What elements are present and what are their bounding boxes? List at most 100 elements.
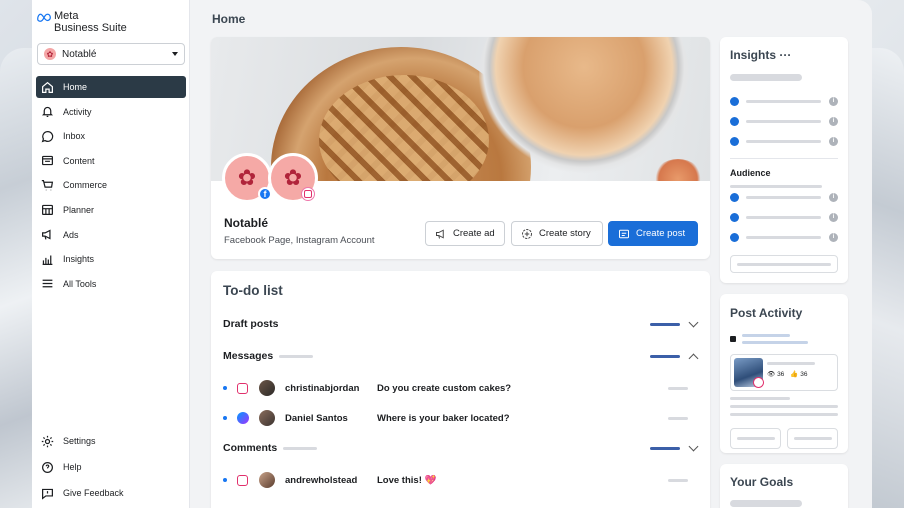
placeholder-bar xyxy=(793,437,832,440)
sidebar-item-label: Insights xyxy=(63,254,95,265)
placeholder-bar xyxy=(746,195,821,199)
chevron-down-icon[interactable] xyxy=(688,441,699,452)
story-plus-icon xyxy=(522,228,532,239)
create-story-button[interactable]: Create story xyxy=(511,221,603,246)
create-ad-button[interactable]: Create ad xyxy=(425,221,505,246)
info-icon[interactable]: i xyxy=(829,96,838,106)
sidebar-item-label: Home xyxy=(63,82,88,92)
section-label: Comments xyxy=(223,442,278,454)
post-activity-card: Post Activity 👁 36 👍 36 xyxy=(720,294,848,453)
section-messages[interactable]: Messages xyxy=(223,350,314,362)
create-post-label: Create post xyxy=(636,228,686,239)
progress-indicator xyxy=(650,323,680,326)
section-label: Messages xyxy=(223,350,274,362)
brand-line-2: Business Suite xyxy=(54,22,127,34)
progress-indicator xyxy=(650,447,680,450)
placeholder-bar xyxy=(283,446,318,450)
placeholder-bar xyxy=(746,215,821,219)
placeholder-bar xyxy=(746,99,821,103)
unread-dot xyxy=(223,478,227,482)
todo-list-card: To-do list Draft posts Messages christin… xyxy=(211,271,710,508)
sidebar-item-settings[interactable]: Settings xyxy=(36,430,186,452)
facebook-icon: f xyxy=(258,187,272,201)
placeholder-bar xyxy=(668,416,688,420)
chat-bubble-icon xyxy=(41,130,54,143)
instagram-icon xyxy=(301,187,315,201)
comment-row[interactable]: andrewholstead Love this! 💖 xyxy=(223,470,698,490)
post-action-button[interactable] xyxy=(787,428,838,449)
post-action-button[interactable] xyxy=(730,428,781,449)
insights-card: Insights ··· i i i Audience i i i xyxy=(720,37,848,283)
cart-icon xyxy=(41,179,54,192)
message-preview: Where is your baker located? xyxy=(377,412,510,424)
sidebar-item-give-feedback[interactable]: Give Feedback xyxy=(36,482,186,504)
sidebar-item-label: Give Feedback xyxy=(63,488,124,498)
insights-title[interactable]: Insights ··· xyxy=(730,48,791,62)
info-icon[interactable]: i xyxy=(829,232,838,242)
sidebar-item-all-tools[interactable]: All Tools xyxy=(36,273,186,295)
instagram-icon xyxy=(237,474,248,486)
unread-dot xyxy=(223,386,227,390)
sidebar-item-inbox[interactable]: Inbox xyxy=(36,125,186,147)
account-name: Notablé xyxy=(62,48,97,60)
info-icon[interactable]: i xyxy=(829,192,838,202)
message-sender: christinabjordan xyxy=(285,382,360,394)
placeholder-bar xyxy=(730,405,838,408)
sidebar-item-label: Inbox xyxy=(63,131,86,142)
metric-dot xyxy=(730,212,739,222)
sidebar-item-ads[interactable]: Ads xyxy=(36,224,186,246)
insight-row: i xyxy=(730,116,838,126)
sidebar-item-label: Activity xyxy=(63,106,92,117)
placeholder-bar xyxy=(746,139,821,143)
section-draft-posts[interactable]: Draft posts xyxy=(223,318,278,330)
chevron-up-icon[interactable] xyxy=(688,353,699,364)
info-icon[interactable]: i xyxy=(829,116,838,126)
sidebar-item-help[interactable]: Help xyxy=(36,456,186,478)
sidebar-item-label: Content xyxy=(63,155,95,166)
post-type-icon xyxy=(730,336,736,342)
sidebar-item-commerce[interactable]: Commerce xyxy=(36,174,186,196)
page-name: Notablé xyxy=(224,216,269,230)
content-icon xyxy=(41,154,54,167)
placeholder-bar xyxy=(746,119,821,123)
section-label: Draft posts xyxy=(223,318,279,330)
avatar xyxy=(259,472,275,488)
sidebar-item-home[interactable]: Home xyxy=(36,76,186,98)
info-icon[interactable]: i xyxy=(829,212,838,222)
sidebar-item-activity[interactable]: Activity xyxy=(36,101,186,123)
avatar xyxy=(259,410,275,426)
sidebar-item-planner[interactable]: Planner xyxy=(36,199,186,221)
placeholder-bar xyxy=(730,413,838,416)
feedback-icon xyxy=(41,487,54,500)
post-preview[interactable]: 👁 36 👍 36 xyxy=(730,354,838,391)
sidebar-item-content[interactable]: Content xyxy=(36,150,186,172)
sidebar-item-label: Commerce xyxy=(63,180,108,191)
sidebar-item-insights[interactable]: Insights xyxy=(36,248,186,270)
megaphone-icon xyxy=(41,228,54,241)
chevron-down-icon[interactable] xyxy=(688,317,699,328)
audience-label: Audience xyxy=(730,168,771,178)
section-comments[interactable]: Comments xyxy=(223,442,318,454)
metric-dot xyxy=(730,116,739,126)
help-icon xyxy=(41,461,54,474)
see-more-button[interactable] xyxy=(730,255,838,273)
placeholder-bar xyxy=(730,397,790,400)
meta-logo[interactable]: Meta Business Suite xyxy=(37,10,127,34)
insight-row: i xyxy=(730,136,838,146)
account-avatar: ✿ xyxy=(44,48,56,60)
sidebar-nav: Home Activity Inbox Content Commerce Pla… xyxy=(36,76,186,297)
your-goals-card: Your Goals xyxy=(720,464,848,508)
placeholder-bar xyxy=(742,341,808,344)
likes-value: 36 xyxy=(800,371,808,378)
message-row[interactable]: christinabjordan Do you create custom ca… xyxy=(223,378,698,398)
placeholder-bar xyxy=(737,263,831,266)
main-content: Home ✿ ✿ f Notablé Facebook Page, Instag… xyxy=(190,0,872,508)
insight-row: i xyxy=(730,96,838,106)
info-icon[interactable]: i xyxy=(829,136,838,146)
message-preview: Do you create custom cakes? xyxy=(377,382,512,394)
message-row[interactable]: Daniel Santos Where is your baker locate… xyxy=(223,408,698,428)
account-switcher[interactable]: ✿ Notablé xyxy=(37,43,185,65)
create-post-button[interactable]: Create post xyxy=(608,221,698,246)
sidebar-bottom-nav: Settings Help Give Feedback xyxy=(36,430,186,508)
caret-down-icon xyxy=(172,52,178,56)
